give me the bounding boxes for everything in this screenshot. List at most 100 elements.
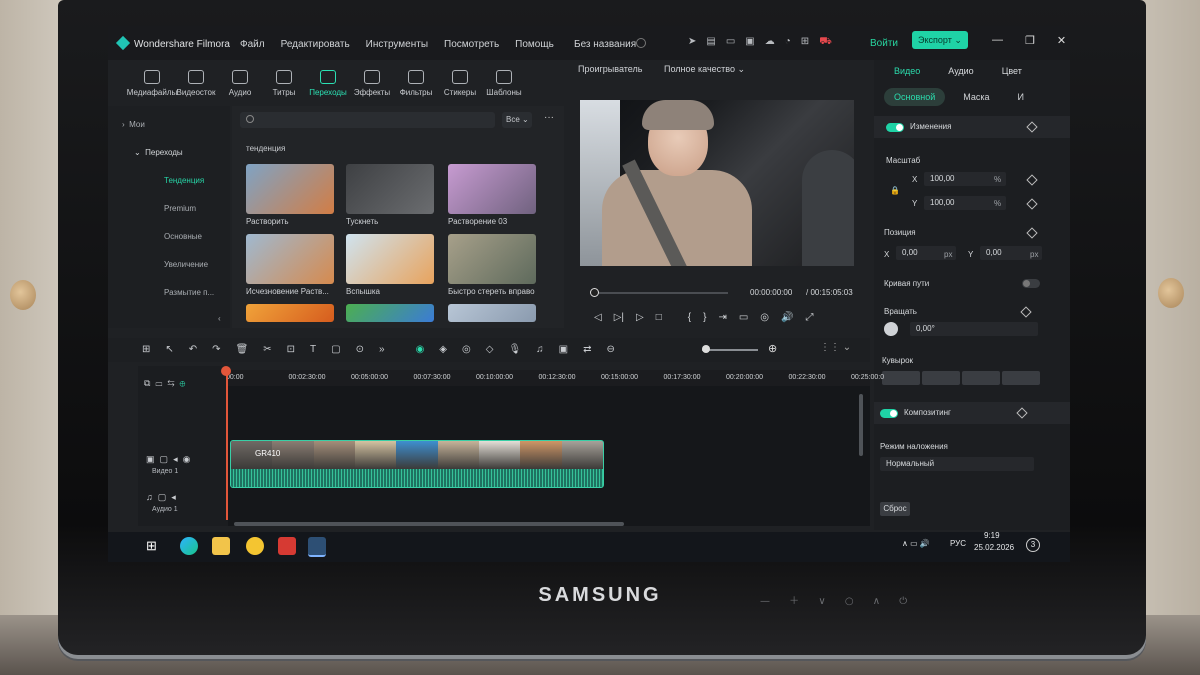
file-explorer-icon[interactable] <box>212 537 230 555</box>
quality-dropdown[interactable]: Полное качество ⌄ <box>664 64 745 75</box>
transition-card[interactable]: Растворить <box>246 164 334 226</box>
app-icon[interactable] <box>278 537 296 555</box>
speed-icon[interactable]: ⊙ <box>356 344 364 355</box>
filter-dropdown[interactable]: Все ⌄ <box>502 112 532 128</box>
search-input[interactable] <box>240 112 495 128</box>
zoom-in-icon[interactable]: ⊕ <box>768 342 777 355</box>
export-button[interactable]: Экспорт ⌄ <box>912 31 968 49</box>
layout-grid-icon[interactable]: ⊞ <box>142 344 150 355</box>
rotate-left-button[interactable] <box>1002 371 1040 385</box>
yandex-browser-icon[interactable] <box>246 537 264 555</box>
subtab-basic[interactable]: Основной <box>884 88 946 106</box>
sidebar-item-premium[interactable]: Premium <box>164 204 196 213</box>
rotate-field[interactable]: 0,00° <box>910 322 1038 336</box>
play-icon[interactable]: ▷ <box>636 312 644 323</box>
menu-file[interactable]: Файл <box>240 39 265 50</box>
more-options-icon[interactable]: ··· <box>544 112 554 123</box>
transition-card[interactable] <box>346 304 434 322</box>
reset-button[interactable]: Сброс <box>880 502 910 516</box>
tab-video[interactable]: Видео <box>894 66 920 76</box>
headset-icon[interactable]: ◔ <box>785 36 791 49</box>
tab-effects[interactable]: Эффекты <box>352 70 392 97</box>
render-icon[interactable]: ◈ <box>439 344 447 355</box>
tab-media[interactable]: Медиафайлы <box>127 70 177 97</box>
pip-icon[interactable]: ▣ <box>559 344 568 355</box>
fullscreen-icon[interactable]: ⤢ <box>805 312 813 323</box>
login-link[interactable]: Войти <box>870 38 898 49</box>
sidebar-item-trending[interactable]: Тенденция <box>164 176 204 185</box>
menu-tools[interactable]: Инструменты <box>366 39 428 50</box>
audio-mix-icon[interactable]: ♫ <box>536 344 544 355</box>
mark-in-icon[interactable]: { <box>688 312 691 323</box>
rotate-dial[interactable] <box>884 322 898 336</box>
tab-filters[interactable]: Фильтры <box>396 70 436 97</box>
scrubber-handle[interactable] <box>590 288 599 297</box>
tab-transitions[interactable]: Переходы <box>308 70 348 97</box>
transition-card[interactable] <box>246 304 334 322</box>
lock-icon[interactable]: 🔒 <box>890 186 900 195</box>
send-icon[interactable]: ➤ <box>688 36 696 49</box>
play-frame-icon[interactable]: ▷| <box>614 312 624 323</box>
timeline-layout-icon[interactable]: ⋮⋮ ⌄ <box>820 342 851 353</box>
redo-icon[interactable]: ↷ <box>212 344 220 355</box>
sidebar-item-mine[interactable]: › Мои <box>122 120 145 129</box>
playhead-handle[interactable] <box>221 366 231 376</box>
folder-icon[interactable]: ▢ <box>158 492 167 502</box>
sidebar-item-zoom[interactable]: Увеличение <box>164 260 208 269</box>
zoom-slider[interactable] <box>702 349 758 351</box>
cart-icon[interactable]: ⛟ <box>819 36 832 49</box>
cut-icon[interactable]: ✂ <box>263 344 271 355</box>
transition-card[interactable]: Тускнеть <box>346 164 434 226</box>
collapse-sidebar-icon[interactable]: ‹ <box>218 314 221 323</box>
subtab-more[interactable]: И <box>1008 88 1034 106</box>
display-icon[interactable]: ▭ <box>739 312 748 323</box>
save-icon[interactable]: ▣ <box>745 36 754 49</box>
playhead[interactable] <box>226 370 228 520</box>
minimize-button[interactable]: — <box>992 34 1003 47</box>
language-indicator[interactable]: РУС <box>950 539 966 548</box>
stop-icon[interactable]: □ <box>656 312 662 323</box>
more-tools-icon[interactable]: » <box>379 344 385 355</box>
video-clip[interactable]: GR410 <box>230 440 604 488</box>
horizontal-scrollbar[interactable] <box>234 522 624 526</box>
volume-icon[interactable]: 🔊 <box>781 312 793 323</box>
player-label[interactable]: Проигрыватель <box>578 64 642 74</box>
box-icon[interactable]: ▢ <box>331 344 340 355</box>
zoom-out-icon[interactable]: ⊖ <box>606 344 614 355</box>
close-button[interactable]: ✕ <box>1057 34 1066 47</box>
tab-audio-props[interactable]: Аудио <box>948 66 973 76</box>
clock-date[interactable]: 25.02.2026 <box>974 543 1014 552</box>
transition-card[interactable]: Вспышка <box>346 234 434 296</box>
windows-start-icon[interactable]: ⊞ <box>146 538 157 554</box>
ai-icon[interactable]: ◉ <box>416 344 425 355</box>
subtab-mask[interactable]: Маска <box>953 88 999 106</box>
motion-icon[interactable]: ◎ <box>462 344 471 355</box>
undo-icon[interactable]: ↶ <box>189 344 197 355</box>
mute-icon[interactable]: ◂ <box>173 454 178 464</box>
clock-time[interactable]: 9:19 <box>984 531 1000 540</box>
marker-icon[interactable]: ⊕ <box>180 378 186 388</box>
transition-card[interactable]: Растворение 03 <box>448 164 536 226</box>
filmora-taskbar-icon[interactable] <box>308 537 326 557</box>
blend-mode-select[interactable]: Нормальный <box>880 457 1034 471</box>
tray-icons[interactable]: ∧ ▭ 🔊 <box>902 539 930 548</box>
mic-icon[interactable]: 🎙 <box>508 344 521 355</box>
select-icon[interactable]: ↖ <box>165 344 173 355</box>
tab-titles[interactable]: Титры <box>264 70 304 97</box>
mark-out-icon[interactable]: } <box>703 312 706 323</box>
rotate-right-button[interactable] <box>962 371 1000 385</box>
sidebar-item-basic[interactable]: Основные <box>164 232 202 241</box>
notification-badge[interactable]: 3 <box>1026 538 1040 552</box>
text-icon[interactable]: T <box>310 344 316 355</box>
tab-templates[interactable]: Шаблоны <box>484 70 524 97</box>
compositing-toggle[interactable] <box>880 409 898 418</box>
zoom-slider-handle[interactable] <box>702 345 710 353</box>
transition-card[interactable]: Быстро стереть вправо <box>448 234 536 296</box>
menu-help[interactable]: Помощь <box>515 39 554 50</box>
folder-icon[interactable]: ▢ <box>160 454 169 464</box>
menu-view[interactable]: Посмотреть <box>444 39 499 50</box>
transition-card[interactable] <box>448 304 536 322</box>
snapshot-icon[interactable]: ◎ <box>760 312 769 323</box>
vertical-scrollbar[interactable] <box>859 394 863 456</box>
transition-card[interactable]: Исчезновение Раств... <box>246 234 334 296</box>
